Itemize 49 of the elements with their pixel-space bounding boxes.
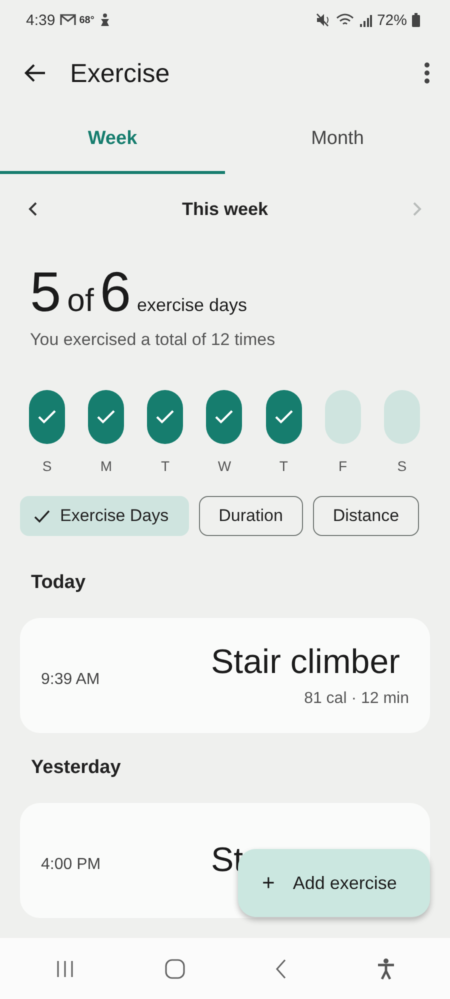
filter-chip[interactable]: Distance [312, 496, 420, 536]
section-heading: Yesterday [30, 756, 122, 780]
period-label: This week [180, 198, 270, 220]
status-time: 4:39 [26, 12, 56, 28]
check-icon [96, 409, 116, 425]
summary-subtitle: You exercised a total of 12 times [30, 330, 276, 350]
unit-label: exercise days [137, 295, 248, 316]
signal-icon [358, 14, 372, 26]
back-arrow-icon[interactable] [24, 63, 46, 83]
filter-chip[interactable]: Exercise Days [20, 496, 189, 536]
tab[interactable]: Week [0, 106, 225, 174]
weekday-letter: M [100, 458, 112, 474]
person-icon [99, 13, 112, 27]
plus-icon: + [262, 870, 275, 896]
check-icon [214, 409, 234, 425]
weekday-letter: T [161, 458, 170, 474]
of-label: of [67, 282, 94, 319]
check-icon [34, 510, 50, 522]
filter-chip[interactable]: Duration [198, 496, 303, 536]
exercise-time: 4:00 PM [41, 854, 102, 874]
check-icon [274, 409, 294, 425]
weekday-letter: S [42, 458, 52, 474]
wifi-icon [336, 13, 354, 27]
previous-chevron-icon[interactable] [28, 201, 38, 217]
section-heading: Today [30, 571, 87, 595]
check-icon [37, 409, 57, 425]
exercise-card[interactable]: 9:39 AM Stair climber 81 cal · 12 min [20, 618, 430, 733]
mail-icon [60, 14, 76, 26]
accessibility-icon[interactable] [377, 958, 395, 980]
recent-apps-icon[interactable] [55, 960, 75, 978]
mute-icon [316, 13, 331, 27]
days-goal: 6 [100, 264, 131, 320]
exercise-time: 9:39 AM [41, 670, 101, 688]
exercise-details: 81 cal · 12 min [304, 690, 409, 708]
exercise-name: Stair climber [211, 643, 400, 682]
weekday-letter: S [397, 458, 407, 474]
battery-percentage: 72% [376, 12, 407, 28]
weekday-letter: F [338, 458, 348, 474]
weekday-letter: W [218, 458, 232, 474]
screen-title: Exercise [70, 58, 171, 88]
check-icon [155, 409, 176, 425]
weekday-letter: T [279, 458, 288, 474]
home-icon[interactable] [165, 958, 185, 978]
more-options-icon[interactable] [424, 62, 430, 84]
temperature: 68° [79, 14, 94, 26]
back-icon[interactable] [275, 958, 287, 978]
tab[interactable]: Month [225, 106, 450, 174]
days-count: 5 [30, 264, 62, 320]
battery-icon [412, 13, 420, 27]
